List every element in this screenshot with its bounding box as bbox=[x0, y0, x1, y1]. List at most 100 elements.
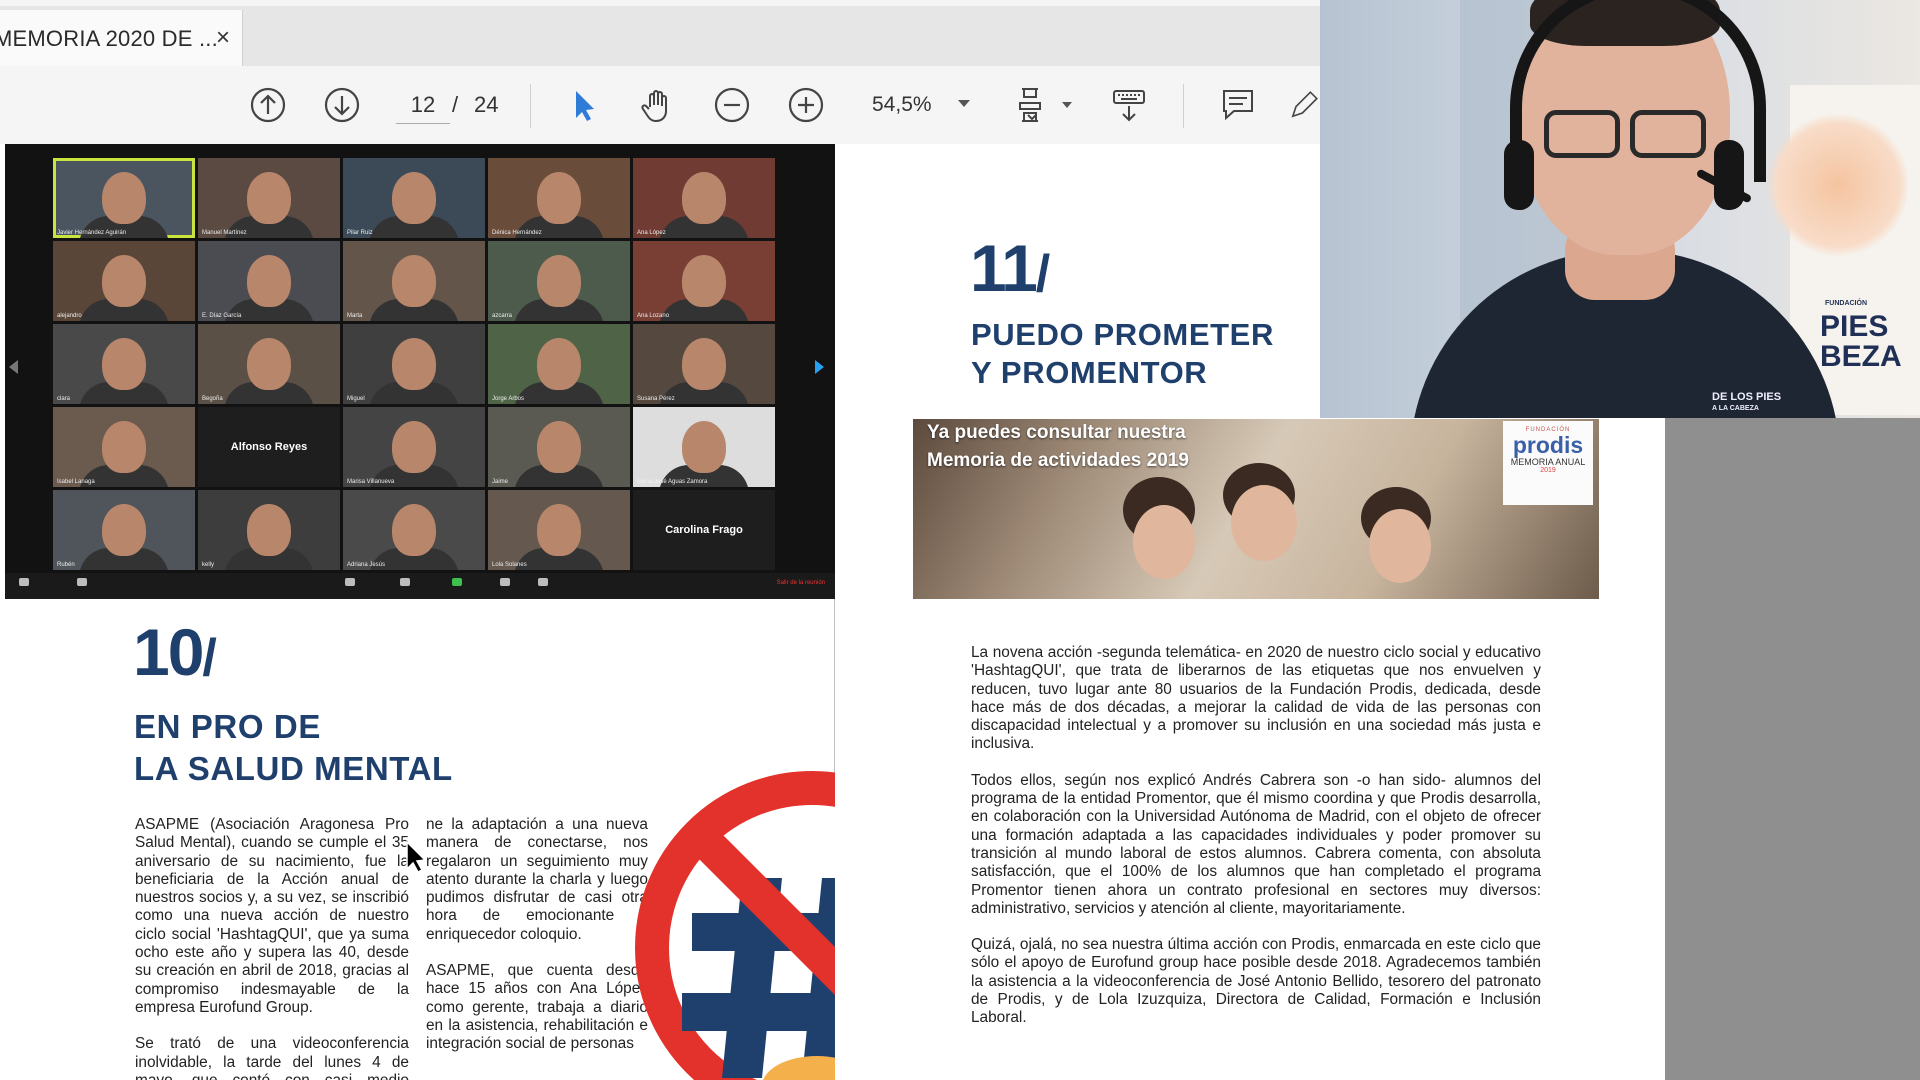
participant-name: Lola Solanes bbox=[492, 562, 527, 568]
minus-circle-icon bbox=[714, 87, 750, 123]
zoom-dropdown-icon[interactable] bbox=[958, 100, 970, 107]
arrow-up-circle-icon bbox=[250, 87, 286, 123]
banner-caption: Ya puedes consultar nuestra Memoria de a… bbox=[927, 422, 1189, 471]
participant-name: Jorge Arbos bbox=[492, 396, 525, 402]
participant-name: Dénica Hernández bbox=[492, 230, 542, 236]
participant-tile: Lola Solanes bbox=[488, 490, 630, 570]
participant-tile: Marisa Villanueva bbox=[343, 407, 485, 487]
participant-tile: Javier Hernández Aguirán bbox=[53, 158, 195, 238]
participant-tile: Dénica Hernández bbox=[488, 158, 630, 238]
page-number-input[interactable] bbox=[396, 87, 450, 124]
comment-button[interactable] bbox=[1215, 82, 1261, 128]
fit-page-button[interactable] bbox=[1011, 82, 1057, 128]
close-tab-icon[interactable]: × bbox=[216, 24, 230, 52]
participant-tile: clara bbox=[53, 324, 195, 404]
participant-tile: Manuel Martínez bbox=[198, 158, 340, 238]
section-number-10: 10/ bbox=[133, 615, 217, 689]
section-heading-10: EN PRO DE LA SALUD MENTAL bbox=[134, 708, 453, 787]
next-page-button[interactable] bbox=[319, 82, 365, 128]
participant-tile: Begoña bbox=[198, 324, 340, 404]
previous-page-button[interactable] bbox=[245, 82, 291, 128]
participant-name: Ana López bbox=[637, 230, 666, 236]
left-column-2: ne la adaptación a una nueva manera de c… bbox=[426, 816, 648, 1053]
participant-name: alejandro bbox=[57, 313, 82, 319]
participant-tile: kelly bbox=[198, 490, 340, 570]
participant-tile: alejandro bbox=[53, 241, 195, 321]
mouse-cursor-icon bbox=[406, 840, 427, 872]
keyboard-down-icon bbox=[1113, 90, 1145, 122]
zoom-meeting-screenshot: Javier Hernández Aguirán Manuel Martínez P… bbox=[5, 144, 835, 599]
comment-icon bbox=[1223, 90, 1253, 121]
prodis-banner-image: Ya puedes consultar nuestra Memoria de a… bbox=[913, 419, 1599, 599]
participant-name: Marta bbox=[347, 313, 363, 319]
participant-name: Alfonso Reyes bbox=[230, 441, 308, 453]
share-screen-icon bbox=[452, 578, 462, 586]
participant-tile: Miguel bbox=[343, 324, 485, 404]
zoom-level[interactable]: 54,5% bbox=[872, 93, 932, 117]
hand-icon bbox=[641, 90, 667, 123]
section-number-11: 11/ bbox=[970, 231, 1050, 305]
draw-button[interactable] bbox=[1288, 82, 1320, 128]
participant-tile: Adriana Jesús bbox=[343, 490, 485, 570]
leave-meeting-label: Salir de la reunión bbox=[776, 580, 825, 586]
zoom-in-button[interactable] bbox=[783, 82, 829, 128]
prodis-logo-badge: FUNDACIÓN prodis MEMORIA ANUAL 2019 bbox=[1503, 421, 1593, 505]
participant-name: Manuel Martínez bbox=[202, 230, 247, 236]
chat-icon bbox=[400, 578, 410, 586]
participant-name: Begoña bbox=[202, 396, 223, 402]
scroll-mode-button[interactable] bbox=[1106, 82, 1152, 128]
participant-name: Javier Hernández Aguirán bbox=[57, 230, 127, 236]
webcam-video: FUNDACIÓN PIES BEZA DE LOS PIES A LA CAB… bbox=[1320, 0, 1920, 418]
pen-icon bbox=[1291, 91, 1318, 118]
pdf-toolbar: / 24 54,5% bbox=[0, 66, 1320, 145]
next-arrow-icon bbox=[815, 360, 824, 374]
camera-icon bbox=[77, 578, 87, 586]
participant-grid: Javier Hernández Aguirán Manuel Martínez P… bbox=[53, 158, 775, 570]
tab-strip: MEMORIA 2020 DE ... × bbox=[0, 0, 1320, 68]
zoom-out-button[interactable] bbox=[709, 82, 755, 128]
participant-name: Carolina Frago bbox=[665, 524, 743, 536]
document-tab[interactable]: MEMORIA 2020 DE ... × bbox=[0, 10, 243, 68]
participant-tile: Isabel Lanaga bbox=[53, 407, 195, 487]
tab-title: MEMORIA 2020 DE ... bbox=[0, 26, 218, 51]
participant-tile: María José Aguas Zamora bbox=[633, 407, 775, 487]
plus-circle-icon bbox=[788, 87, 824, 123]
participant-name: Isabel Lanaga bbox=[57, 479, 95, 485]
participant-name: Ana Lozano bbox=[637, 313, 670, 319]
participant-name: Marisa Villanueva bbox=[347, 479, 395, 485]
section-heading-11: PUEDO PROMETER Y PROMENTOR bbox=[971, 317, 1274, 390]
participant-tile-no-video: Carolina Frago bbox=[633, 490, 775, 570]
participant-tile: Ana López bbox=[633, 158, 775, 238]
right-body-text: La novena acción -segunda telemática- en… bbox=[971, 644, 1541, 1027]
participant-name: kelly bbox=[202, 562, 215, 568]
toolbar-divider bbox=[1183, 84, 1184, 128]
hand-tool-button[interactable] bbox=[634, 82, 680, 128]
participant-name: E. Díaz García bbox=[202, 313, 242, 319]
toolbar-divider bbox=[530, 84, 531, 128]
participant-tile: Pilar Ruiz bbox=[343, 158, 485, 238]
mic-icon bbox=[19, 578, 29, 586]
participant-tile: Rubén bbox=[53, 490, 195, 570]
participant-name: clara bbox=[57, 396, 71, 402]
arrow-down-circle-icon bbox=[324, 87, 360, 123]
left-page: Javier Hernández Aguirán Manuel Martínez P… bbox=[0, 144, 989, 1080]
select-tool-button[interactable] bbox=[561, 82, 607, 128]
fit-dropdown-icon[interactable] bbox=[1062, 102, 1072, 108]
participant-name: María José Aguas Zamora bbox=[637, 479, 708, 485]
left-column-1: ASAPME (Asociación Aragonesa Pro Salud M… bbox=[135, 816, 409, 1080]
participant-tile: Susana Pérez bbox=[633, 324, 775, 404]
participant-name: Miguel bbox=[347, 396, 365, 402]
zoom-control-bar: Salir de la reunión bbox=[5, 573, 835, 599]
participants-icon bbox=[345, 578, 355, 586]
participant-name: Rubén bbox=[57, 562, 75, 568]
participant-tile: Jorge Arbos bbox=[488, 324, 630, 404]
prev-arrow-icon bbox=[9, 360, 18, 374]
record-icon bbox=[500, 578, 510, 586]
participant-tile: azcarra bbox=[488, 241, 630, 321]
page-separator: / bbox=[452, 92, 459, 117]
participant-tile: Ana Lozano bbox=[633, 241, 775, 321]
participant-name: Adriana Jesús bbox=[347, 562, 386, 568]
logo-text: PIES BEZA bbox=[1820, 310, 1902, 373]
reactions-icon bbox=[538, 578, 548, 586]
shirt-logo: DE LOS PIES A LA CABEZA bbox=[1712, 391, 1782, 413]
